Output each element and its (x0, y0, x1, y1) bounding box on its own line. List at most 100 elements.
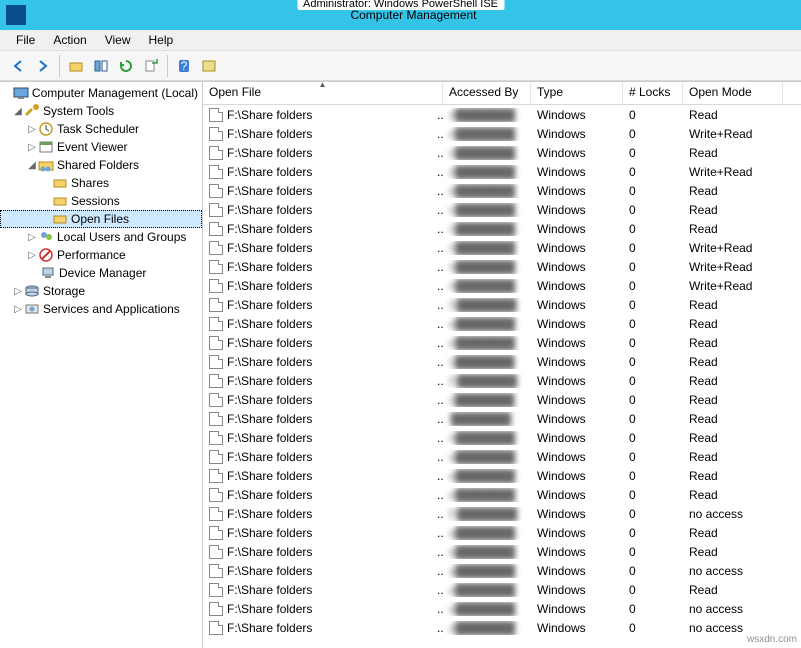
system-menu-icon[interactable] (6, 5, 26, 25)
parent-window-banner: Administrator: Windows PowerShell ISE (297, 0, 504, 10)
device-icon (40, 265, 56, 281)
table-row[interactable]: F:\Share folders...a███████Windows0no ac… (203, 599, 801, 618)
cell-locks: 0 (623, 431, 683, 445)
table-row[interactable]: F:\Share folders...e███████Windows0Read (203, 333, 801, 352)
tree-local-users[interactable]: ▷ Local Users and Groups (0, 228, 202, 246)
tree-label: Services and Applications (43, 302, 184, 316)
help-button[interactable]: ? (172, 54, 196, 78)
cell-open-file: F:\Share folders (203, 564, 431, 578)
menu-view[interactable]: View (97, 31, 139, 49)
cell-type: Windows (531, 507, 623, 521)
table-row[interactable]: F:\Share folders...e███████Windows0Read (203, 314, 801, 333)
table-row[interactable]: F:\Share folders...d███████Windows0Write… (203, 124, 801, 143)
table-row[interactable]: F:\Share folders...a███████Windows0Read (203, 542, 801, 561)
tree-event-viewer[interactable]: ▷ Event Viewer (0, 138, 202, 156)
cell-ellipsis: ... (431, 621, 443, 635)
cell-open-file: F:\Share folders (203, 336, 431, 350)
forward-button[interactable] (31, 54, 55, 78)
cell-accessed-by: n███████ (443, 241, 531, 255)
table-row[interactable]: F:\Share folders...n███████Windows0Read (203, 428, 801, 447)
cell-accessed-by: d███████ (443, 184, 531, 198)
cell-open-file: F:\Share folders (203, 412, 431, 426)
col-open-file[interactable]: Open File▲ (203, 82, 443, 104)
col-open-mode[interactable]: Open Mode (683, 82, 783, 104)
table-row[interactable]: F:\Share folders...n███████Windows0Write… (203, 238, 801, 257)
cell-type: Windows (531, 203, 623, 217)
open-file-path: F:\Share folders (227, 108, 312, 122)
table-row[interactable]: F:\Share folders...d███████Windows0Read (203, 143, 801, 162)
table-row[interactable]: F:\Share folders...n███████Windows0Write… (203, 257, 801, 276)
export-button[interactable] (139, 54, 163, 78)
cell-locks: 0 (623, 184, 683, 198)
tree-shares[interactable]: Shares (0, 174, 202, 192)
file-icon (209, 108, 223, 122)
cell-accessed-by: e███████ (443, 317, 531, 331)
open-file-path: F:\Share folders (227, 526, 312, 540)
table-row[interactable]: F:\Share folders...d███████Windows0Write… (203, 162, 801, 181)
table-row[interactable]: F:\Share folders...d███████Windows0Read (203, 105, 801, 124)
tree-root[interactable]: Computer Management (Local) (0, 84, 202, 102)
table-row[interactable]: F:\Share folders...e███████Windows0Read (203, 466, 801, 485)
table-row[interactable]: F:\Share folders...d███████Windows0Read (203, 181, 801, 200)
expander-icon[interactable]: ◢ (26, 160, 38, 171)
tree-storage[interactable]: ▷ Storage (0, 282, 202, 300)
cell-open-file: F:\Share folders (203, 260, 431, 274)
tree-shared-folders[interactable]: ◢ Shared Folders (0, 156, 202, 174)
table-row[interactable]: F:\Share folders...a███████Windows0Read (203, 447, 801, 466)
toolbar-separator (167, 55, 168, 77)
table-row[interactable]: F:\Share folders...n███████Windows0Write… (203, 276, 801, 295)
tree-device-manager[interactable]: Device Manager (0, 264, 202, 282)
col-locks[interactable]: # Locks (623, 82, 683, 104)
shares-icon (52, 175, 68, 191)
expander-icon[interactable]: ▷ (12, 304, 24, 315)
tree-sessions[interactable]: Sessions (0, 192, 202, 210)
tree-open-files[interactable]: Open Files (0, 210, 202, 228)
table-row[interactable]: F:\Share folders...D███████Windows0no ac… (203, 504, 801, 523)
window-title: Computer Management (26, 8, 801, 22)
table-row[interactable]: F:\Share folders...D███████Windows0Read (203, 371, 801, 390)
expander-icon[interactable]: ▷ (26, 124, 38, 135)
cell-open-mode: Write+Read (683, 260, 767, 274)
col-accessed-by[interactable]: Accessed By (443, 82, 531, 104)
table-row[interactable]: F:\Share folders...a███████Windows0no ac… (203, 618, 801, 637)
menu-file[interactable]: File (8, 31, 43, 49)
table-row[interactable]: F:\Share folders...a███████Windows0no ac… (203, 561, 801, 580)
showhide-button[interactable] (89, 54, 113, 78)
file-icon (209, 184, 223, 198)
open-file-path: F:\Share folders (227, 298, 312, 312)
menu-action[interactable]: Action (45, 31, 94, 49)
back-button[interactable] (6, 54, 30, 78)
col-type[interactable]: Type (531, 82, 623, 104)
menu-help[interactable]: Help (141, 31, 182, 49)
table-row[interactable]: F:\Share folders...S███████Windows0Read (203, 295, 801, 314)
extra-button[interactable] (197, 54, 221, 78)
open-file-path: F:\Share folders (227, 507, 312, 521)
table-row[interactable]: F:\Share folders...n███████Windows0Read (203, 219, 801, 238)
expander-icon[interactable]: ▷ (26, 250, 38, 261)
tree-performance[interactable]: ▷ Performance (0, 246, 202, 264)
table-row[interactable]: F:\Share folders...e███████Windows0Read (203, 485, 801, 504)
table-row[interactable]: F:\Share folders...c███████Windows0Read (203, 352, 801, 371)
tree-panel: Computer Management (Local) ◢ System Too… (0, 82, 203, 648)
expander-icon[interactable]: ▷ (12, 286, 24, 297)
table-row[interactable]: F:\Share folders...a███████Windows0Read (203, 580, 801, 599)
expander-icon[interactable]: ▷ (26, 142, 38, 153)
cell-open-mode: Read (683, 203, 767, 217)
refresh-button[interactable] (114, 54, 138, 78)
expander-icon[interactable]: ◢ (12, 106, 24, 117)
cell-type: Windows (531, 298, 623, 312)
table-row[interactable]: F:\Share folders...a███████Windows0Read (203, 523, 801, 542)
table-row[interactable]: F:\Share folders...n███████Windows0Read (203, 200, 801, 219)
cell-open-mode: Read (683, 317, 767, 331)
table-row[interactable]: F:\Share folders...c███████Windows0Read (203, 390, 801, 409)
tree-system-tools[interactable]: ◢ System Tools (0, 102, 202, 120)
expander-icon[interactable]: ▷ (26, 232, 38, 243)
list-body[interactable]: F:\Share folders...d███████Windows0ReadF… (203, 105, 801, 648)
table-row[interactable]: F:\Share folders...i███████Windows0Read (203, 409, 801, 428)
storage-icon (24, 283, 40, 299)
tree-task-scheduler[interactable]: ▷ Task Scheduler (0, 120, 202, 138)
cell-ellipsis: ... (431, 507, 443, 521)
up-button[interactable] (64, 54, 88, 78)
cell-type: Windows (531, 184, 623, 198)
tree-services[interactable]: ▷ Services and Applications (0, 300, 202, 318)
